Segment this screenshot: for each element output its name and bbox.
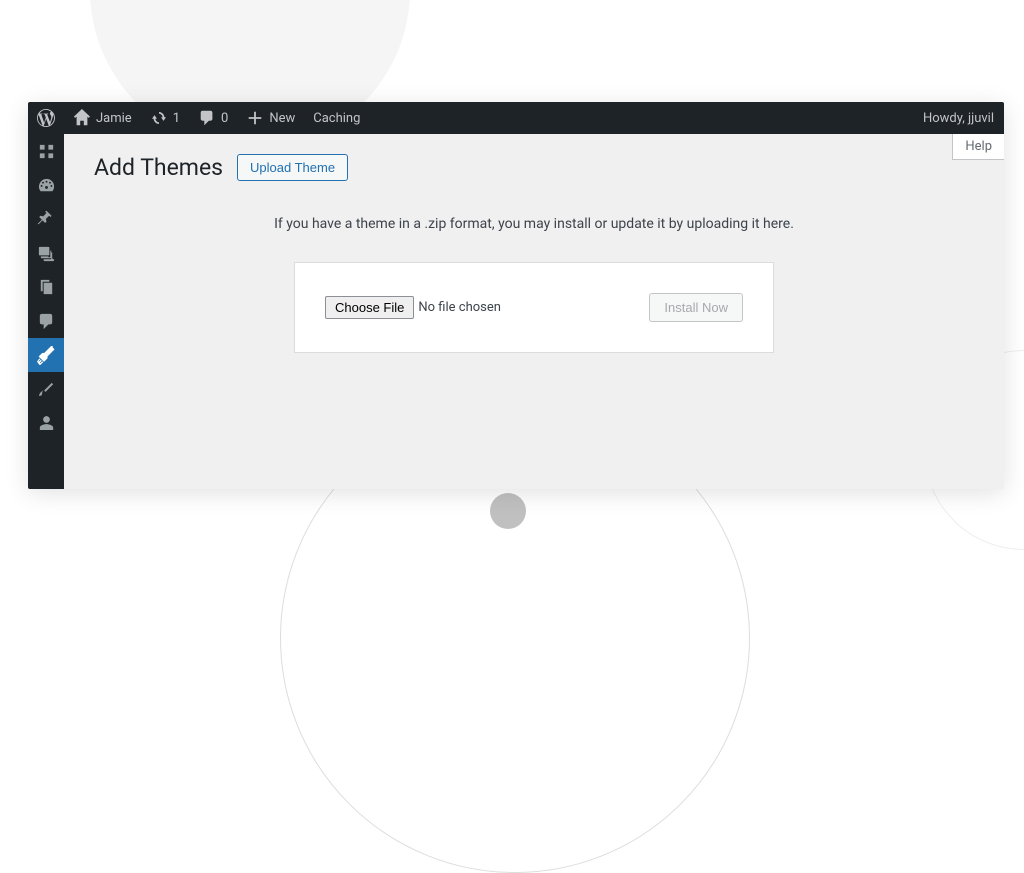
wp-admin-window: Jamie 1 0 New Caching Howdy, jjuvil [28,102,1004,489]
new-label: New [269,111,295,126]
upload-theme-button[interactable]: Upload Theme [237,154,348,181]
new-content-menu[interactable]: New [237,102,304,134]
wordpress-icon [37,109,55,127]
updates-count: 1 [173,111,180,126]
file-chosen-status: No file chosen [418,300,501,315]
page-title: Add Themes [94,154,223,181]
user-icon [37,414,56,433]
comment-icon [37,312,56,331]
comment-icon [198,109,216,127]
sidebar-item-plugins[interactable] [28,372,64,406]
plug-icon [37,380,56,399]
site-name-menu[interactable]: Jamie [64,102,141,134]
grid-icon [37,142,56,161]
home-icon [73,109,91,127]
decorative-dot [490,493,526,529]
refresh-icon [150,109,168,127]
media-icon [37,244,56,263]
admin-toolbar: Jamie 1 0 New Caching Howdy, jjuvil [28,102,1004,134]
plus-icon [246,109,264,127]
install-now-button[interactable]: Install Now [649,293,743,322]
sidebar-item-media[interactable] [28,236,64,270]
sidebar-item-posts[interactable] [28,202,64,236]
sidebar-item-comments[interactable] [28,304,64,338]
sidebar-item-pages[interactable] [28,270,64,304]
account-menu[interactable]: Howdy, jjuvil [914,102,1004,134]
site-name-label: Jamie [96,111,132,126]
pages-icon [37,278,56,297]
upload-instruction: If you have a theme in a .zip format, yo… [94,216,974,232]
sidebar-item-users[interactable] [28,406,64,440]
sidebar-item-appearance[interactable] [28,338,64,372]
admin-sidebar [28,134,64,489]
content-area: Help Add Themes Upload Theme If you have… [64,134,1004,489]
brush-icon [37,346,56,365]
sidebar-item-dashboard[interactable] [28,168,64,202]
comments-menu[interactable]: 0 [189,102,237,134]
dashboard-icon [37,176,56,195]
upload-form: Choose File No file chosen Install Now [294,262,774,353]
comments-count: 0 [221,111,228,126]
caching-label: Caching [313,111,360,126]
sidebar-item-dashboard-grid[interactable] [28,134,64,168]
wp-logo-menu[interactable] [28,102,64,134]
help-tab[interactable]: Help [952,134,1004,160]
choose-file-button[interactable]: Choose File [325,296,414,319]
updates-menu[interactable]: 1 [141,102,189,134]
caching-menu[interactable]: Caching [304,102,369,134]
howdy-text: Howdy, jjuvil [923,111,994,126]
pin-icon [37,210,56,229]
